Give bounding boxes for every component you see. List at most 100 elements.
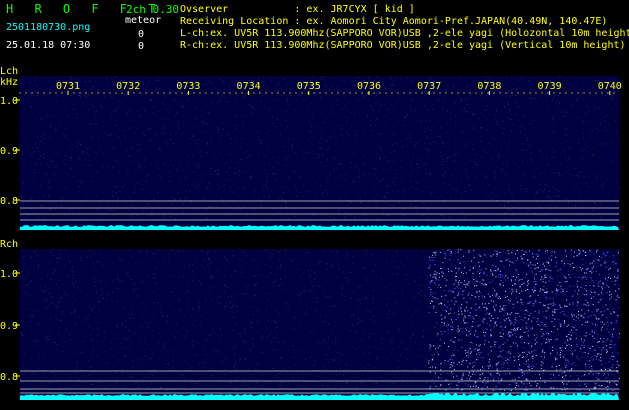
noise-dot — [415, 255, 417, 257]
noise-dot — [76, 117, 77, 119]
noise-dot — [469, 266, 471, 268]
noise-dot — [168, 255, 170, 257]
noise-dot — [368, 294, 370, 296]
noise-dot — [165, 210, 167, 212]
noise-dot — [382, 212, 384, 214]
noise-dot — [46, 347, 48, 349]
noise-dot — [216, 164, 218, 166]
noise-dot — [327, 362, 329, 363]
noise-dot — [573, 309, 575, 310]
noise-dot — [32, 108, 34, 110]
noise-dot — [362, 368, 364, 369]
noise-dot — [49, 293, 51, 295]
noise-dot — [187, 106, 189, 108]
noise-dot — [394, 382, 396, 384]
noise-dot — [333, 217, 335, 219]
noise-dot — [208, 205, 210, 207]
noise-dot — [148, 358, 150, 360]
noise-dot — [175, 331, 177, 333]
noise-dot — [538, 193, 540, 195]
noise-dot — [398, 201, 400, 203]
noise-dot — [521, 77, 522, 79]
noise-dot — [566, 340, 569, 342]
noise-dot — [334, 359, 336, 361]
noise-dot — [579, 252, 582, 254]
noise-dot — [503, 93, 505, 95]
noise-dot — [277, 267, 279, 269]
noise-dot — [392, 338, 394, 340]
noise-dot — [179, 163, 180, 165]
noise-dot — [130, 196, 132, 198]
noise-dot — [132, 120, 134, 122]
noise-dot — [605, 376, 608, 378]
noise-dot — [190, 382, 192, 384]
noise-dot — [585, 367, 587, 369]
noise-dot — [201, 265, 203, 267]
noise-dot — [595, 79, 597, 81]
noise-dot — [254, 284, 256, 286]
noise-dot — [608, 361, 611, 363]
noise-dot — [234, 173, 236, 175]
noise-dot — [192, 324, 194, 325]
noise-dot — [64, 328, 66, 330]
noise-dot — [155, 80, 157, 82]
noise-dot — [456, 144, 457, 146]
noise-dot — [26, 111, 28, 113]
noise-dot — [34, 251, 36, 253]
noise-dot — [529, 98, 531, 99]
noise-dot — [117, 197, 119, 199]
noise-dot — [405, 264, 407, 266]
noise-dot — [342, 184, 344, 186]
noise-dot — [506, 368, 509, 370]
noise-dot — [56, 205, 58, 207]
noise-dot — [116, 382, 118, 384]
noise-dot — [170, 385, 172, 387]
noise-dot — [70, 76, 72, 78]
noise-dot — [398, 190, 399, 192]
noise-dot — [120, 191, 121, 193]
noise-dot — [184, 337, 185, 339]
noise-dot — [249, 104, 251, 106]
noise-dot — [112, 83, 114, 85]
noise-dot — [469, 214, 471, 216]
noise-dot — [580, 192, 581, 194]
noise-dot — [241, 333, 242, 335]
noise-dot — [376, 203, 378, 205]
noise-dot — [45, 298, 47, 300]
noise-dot — [584, 325, 586, 327]
noise-dot — [43, 373, 45, 375]
noise-dot — [169, 304, 171, 306]
noise-dot — [591, 186, 593, 188]
noise-dot — [449, 156, 451, 158]
noise-dot — [326, 258, 328, 260]
noise-dot — [426, 147, 428, 149]
noise-dot — [163, 163, 165, 165]
noise-dot — [128, 127, 130, 129]
noise-dot — [566, 315, 569, 317]
noise-dot — [141, 317, 143, 318]
noise-dot — [519, 167, 521, 169]
noise-dot — [59, 258, 61, 260]
noise-dot — [249, 353, 251, 355]
noise-dot — [425, 164, 427, 165]
noise-dot — [50, 178, 52, 180]
noise-dot — [243, 97, 245, 99]
noise-dot — [466, 322, 469, 324]
noise-dot — [235, 97, 237, 99]
noise-dot — [295, 152, 297, 154]
noise-dot — [384, 115, 386, 117]
noise-dot — [415, 372, 417, 374]
noise-dot — [522, 161, 524, 162]
noise-dot — [503, 205, 505, 207]
noise-dot — [607, 115, 609, 116]
noise-dot — [43, 138, 45, 139]
noise-dot — [442, 108, 444, 110]
noise-dot — [540, 356, 542, 358]
noise-dot — [111, 384, 113, 386]
noise-dot — [460, 150, 462, 152]
noise-dot — [41, 291, 43, 293]
noise-dot — [182, 212, 184, 214]
noise-dot — [461, 286, 464, 288]
noise-dot — [451, 174, 453, 176]
noise-dot — [387, 331, 389, 333]
